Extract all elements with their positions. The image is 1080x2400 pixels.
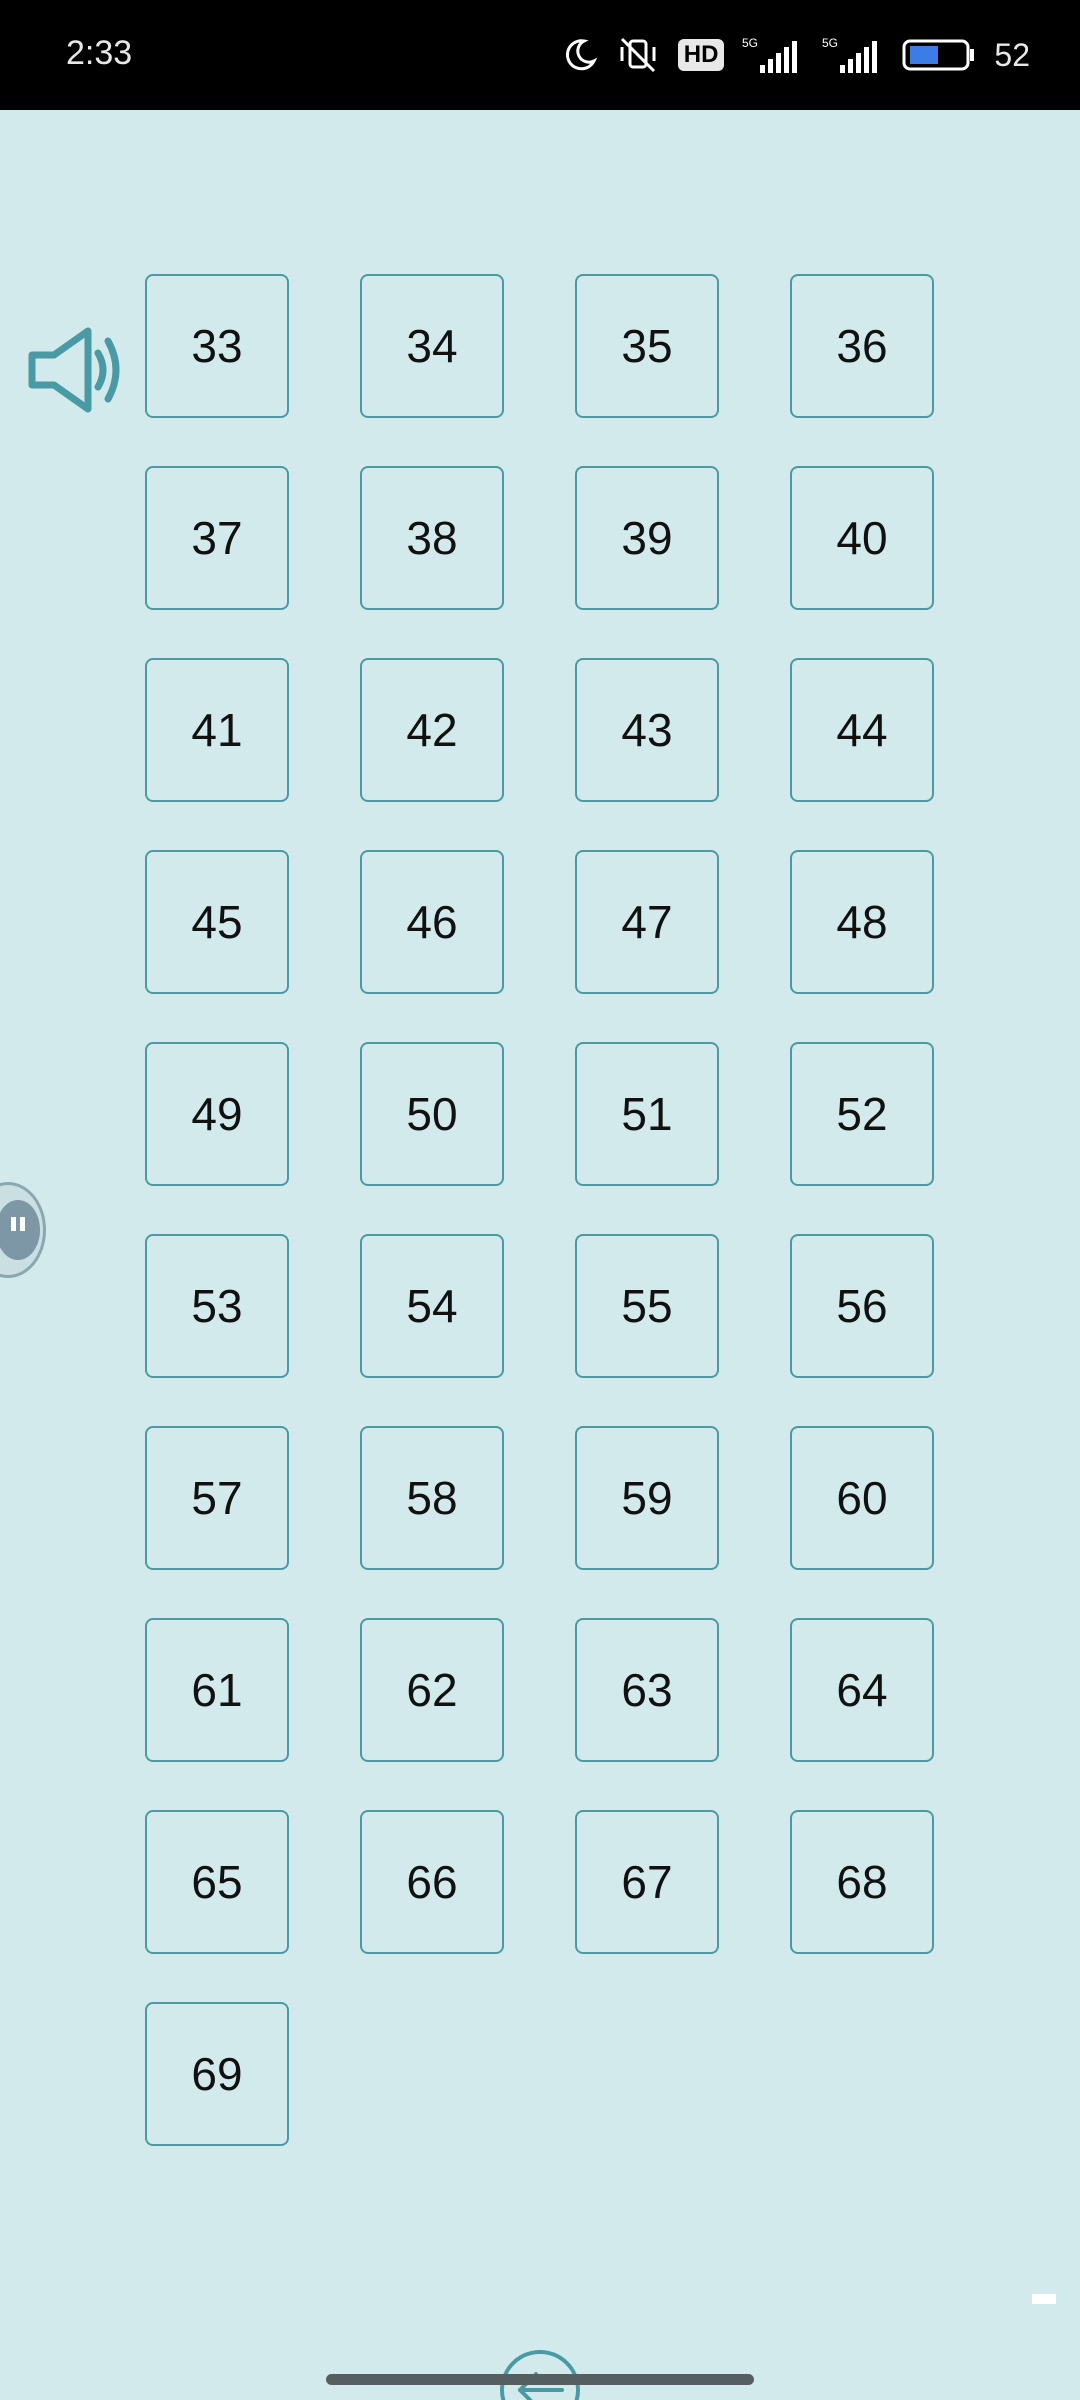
number-cell-39[interactable]: 39: [575, 466, 719, 610]
number-cell-54[interactable]: 54: [360, 1234, 504, 1378]
status-bar: 2:33 HD 5G 5G 52: [0, 0, 1080, 110]
number-cell-56[interactable]: 56: [790, 1234, 934, 1378]
number-cell-61[interactable]: 61: [145, 1618, 289, 1762]
number-cell-34[interactable]: 34: [360, 274, 504, 418]
number-cell-69[interactable]: 69: [145, 2002, 289, 2146]
number-cell-37[interactable]: 37: [145, 466, 289, 610]
number-cell-63[interactable]: 63: [575, 1618, 719, 1762]
speaker-icon[interactable]: [26, 325, 126, 415]
floating-handle-icon[interactable]: [0, 1182, 46, 1278]
number-cell-62[interactable]: 62: [360, 1618, 504, 1762]
svg-text:5G: 5G: [742, 36, 758, 50]
number-grid-viewport[interactable]: 2930313233343536373839404142434445464748…: [0, 230, 1080, 2310]
number-grid: 2930313233343536373839404142434445464748…: [145, 230, 935, 2146]
number-cell-49[interactable]: 49: [145, 1042, 289, 1186]
number-cell-50[interactable]: 50: [360, 1042, 504, 1186]
scroll-indicator: [1032, 2294, 1056, 2304]
number-cell-47[interactable]: 47: [575, 850, 719, 994]
number-cell-65[interactable]: 65: [145, 1810, 289, 1954]
number-cell-60[interactable]: 60: [790, 1426, 934, 1570]
signal-5g-icon: 5G: [742, 36, 798, 73]
number-cell-33[interactable]: 33: [145, 274, 289, 418]
battery-icon: [902, 39, 975, 71]
vibrate-off-icon: [620, 37, 656, 73]
battery-percent: 52: [994, 36, 1030, 73]
number-cell-44[interactable]: 44: [790, 658, 934, 802]
signal-5g-icon-2: 5G: [822, 36, 878, 73]
number-cell-53[interactable]: 53: [145, 1234, 289, 1378]
status-icons: HD 5G 5G 52: [562, 30, 1030, 80]
content-area: 2930313233343536373839404142434445464748…: [0, 110, 1080, 2400]
moon-icon: [565, 39, 598, 71]
hd-badge: HD: [677, 39, 725, 71]
number-cell-66[interactable]: 66: [360, 1810, 504, 1954]
number-cell-41[interactable]: 41: [145, 658, 289, 802]
number-cell-59[interactable]: 59: [575, 1426, 719, 1570]
number-cell-57[interactable]: 57: [145, 1426, 289, 1570]
number-cell-35[interactable]: 35: [575, 274, 719, 418]
svg-text:5G: 5G: [822, 36, 838, 50]
number-cell-64[interactable]: 64: [790, 1618, 934, 1762]
number-cell-42[interactable]: 42: [360, 658, 504, 802]
pause-dots-icon: [0, 1200, 40, 1260]
number-cell-40[interactable]: 40: [790, 466, 934, 610]
number-cell-45[interactable]: 45: [145, 850, 289, 994]
number-cell-46[interactable]: 46: [360, 850, 504, 994]
number-cell-55[interactable]: 55: [575, 1234, 719, 1378]
number-cell-38[interactable]: 38: [360, 466, 504, 610]
number-cell-51[interactable]: 51: [575, 1042, 719, 1186]
home-indicator-bar[interactable]: [326, 2374, 754, 2385]
number-cell-48[interactable]: 48: [790, 850, 934, 994]
status-time: 2:33: [66, 34, 133, 72]
number-cell-43[interactable]: 43: [575, 658, 719, 802]
number-cell-36[interactable]: 36: [790, 274, 934, 418]
number-cell-68[interactable]: 68: [790, 1810, 934, 1954]
number-cell-52[interactable]: 52: [790, 1042, 934, 1186]
number-cell-67[interactable]: 67: [575, 1810, 719, 1954]
number-cell-58[interactable]: 58: [360, 1426, 504, 1570]
